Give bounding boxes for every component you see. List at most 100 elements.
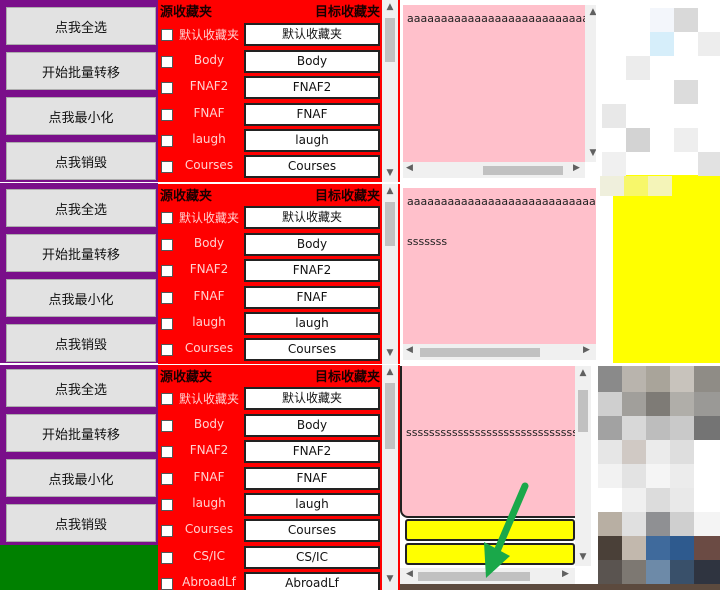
target-folder-field[interactable]: Body	[244, 414, 380, 437]
source-folder-label: Body	[193, 417, 225, 431]
table-scrollbar[interactable]: ▲ ▼	[382, 0, 398, 182]
log-textbox-2[interactable]: aaaaaaaaaaaaaaaaaaaaaaaaaaaaaaaaaa sssss…	[403, 188, 596, 344]
source-folder-label: Courses	[184, 522, 234, 536]
row-checkbox[interactable]	[161, 239, 173, 251]
minimize-button[interactable]: 点我最小化	[6, 97, 156, 135]
source-folder-label: laugh	[192, 132, 226, 146]
scroll-down-icon[interactable]: ▼	[382, 168, 398, 178]
target-folder-field[interactable]: FNAF	[244, 103, 380, 126]
target-folder-field[interactable]: laugh	[244, 129, 380, 152]
blurred-image-tile	[600, 176, 624, 196]
folder-table-1: 源收藏夹 目标收藏夹 默认收藏夹 默认收藏夹 Body Body FNAF2 FNAF…	[158, 0, 400, 182]
scroll-up-icon[interactable]: ▲	[382, 367, 398, 377]
source-folder-label: 默认收藏夹	[178, 211, 239, 225]
source-folder-label: Body	[193, 236, 225, 250]
table-scrollbar[interactable]: ▲ ▼	[382, 365, 398, 590]
row-checkbox[interactable]	[161, 265, 173, 277]
scroll-down-icon[interactable]: ▼	[575, 552, 591, 562]
green-arrow-icon	[484, 482, 529, 578]
row-checkbox[interactable]	[161, 552, 173, 564]
textbox-hscrollbar[interactable]: ◀ ▶	[403, 162, 585, 178]
scroll-right-icon[interactable]: ▶	[583, 345, 590, 355]
row-checkbox[interactable]	[161, 292, 173, 304]
log-text: sssssss	[407, 235, 448, 248]
row-checkbox[interactable]	[161, 212, 173, 224]
log-textbox-1[interactable]: aaaaaaaaaaaaaaaaaaaaaaaaaaaaa	[403, 5, 585, 162]
minimize-button[interactable]: 点我最小化	[6, 279, 156, 317]
table-scrollbar[interactable]: ▲ ▼	[382, 184, 398, 364]
scrollbar-thumb[interactable]	[483, 166, 563, 175]
log-text: ssssssssssssssssssssssssssssssssss	[406, 426, 577, 439]
select-all-button[interactable]: 点我全选	[6, 7, 156, 45]
batch-transfer-button[interactable]: 开始批量转移	[6, 52, 156, 90]
scrollbar-thumb[interactable]	[385, 383, 395, 449]
scroll-down-icon[interactable]: ▼	[382, 574, 398, 584]
row-checkbox[interactable]	[161, 56, 173, 68]
target-folder-field[interactable]: Courses	[244, 519, 380, 542]
target-folder-field[interactable]: Courses	[244, 155, 380, 178]
target-folder-field[interactable]: laugh	[244, 312, 380, 335]
target-folder-field[interactable]: Body	[244, 50, 380, 73]
minimize-button[interactable]: 点我最小化	[6, 459, 156, 497]
target-folder-field[interactable]: 默认收藏夹	[244, 206, 380, 229]
row-checkbox[interactable]	[161, 344, 173, 356]
scrollbar-thumb[interactable]	[578, 390, 588, 432]
target-folder-field[interactable]: FNAF	[244, 286, 380, 309]
source-folder-label: CS/IC	[193, 549, 225, 563]
scrollbar-thumb[interactable]	[385, 202, 395, 246]
target-folder-field[interactable]: AbroadLf	[244, 572, 380, 590]
blurred-image-tile	[698, 32, 720, 56]
row-checkbox[interactable]	[161, 578, 173, 590]
target-folder-field[interactable]: FNAF2	[244, 76, 380, 99]
scroll-right-icon[interactable]: ▶	[562, 569, 569, 579]
select-all-button[interactable]: 点我全选	[6, 189, 156, 227]
row-checkbox[interactable]	[161, 109, 173, 121]
row-checkbox[interactable]	[161, 525, 173, 537]
scroll-left-icon[interactable]: ◀	[406, 345, 413, 355]
target-folder-field[interactable]: CS/IC	[244, 546, 380, 569]
target-folder-field[interactable]: FNAF2	[244, 259, 380, 282]
target-folder-field[interactable]: FNAF	[244, 467, 380, 490]
scroll-up-icon[interactable]: ▲	[382, 2, 398, 12]
textbox-scrollbar[interactable]: ▲ ▼	[575, 366, 591, 566]
batch-transfer-button[interactable]: 开始批量转移	[6, 234, 156, 272]
destroy-button[interactable]: 点我销毁	[6, 504, 156, 542]
blurred-image-tile	[622, 512, 646, 536]
scrollbar-thumb[interactable]	[420, 348, 540, 357]
scroll-up-icon[interactable]: ▲	[382, 186, 398, 196]
row-checkbox[interactable]	[161, 135, 173, 147]
batch-transfer-button[interactable]: 开始批量转移	[6, 414, 156, 452]
target-folder-field[interactable]: FNAF2	[244, 440, 380, 463]
blurred-image-tile	[598, 440, 622, 464]
scroll-up-icon[interactable]: ▲	[575, 368, 591, 378]
target-folder-field[interactable]: Courses	[244, 338, 380, 361]
scrollbar-thumb[interactable]	[385, 18, 395, 62]
row-checkbox[interactable]	[161, 82, 173, 94]
destroy-button[interactable]: 点我销毁	[6, 324, 156, 362]
target-folder-field[interactable]: 默认收藏夹	[244, 387, 380, 410]
target-folder-header: 目标收藏夹	[314, 5, 380, 20]
target-folder-field[interactable]: laugh	[244, 493, 380, 516]
row-checkbox[interactable]	[161, 446, 173, 458]
row-checkbox[interactable]	[161, 473, 173, 485]
blurred-image-tile	[670, 392, 694, 416]
row-checkbox[interactable]	[161, 499, 173, 511]
blurred-image-tile	[598, 392, 622, 416]
scroll-left-icon[interactable]: ◀	[406, 569, 413, 579]
row-checkbox[interactable]	[161, 161, 173, 173]
row-checkbox[interactable]	[161, 420, 173, 432]
scroll-left-icon[interactable]: ◀	[406, 163, 413, 173]
target-folder-field[interactable]: 默认收藏夹	[244, 23, 380, 46]
textbox-hscrollbar[interactable]: ◀ ▶	[403, 344, 596, 360]
row-checkbox[interactable]	[161, 393, 173, 405]
row-checkbox[interactable]	[161, 29, 173, 41]
row-checkbox[interactable]	[161, 318, 173, 330]
source-folder-label: FNAF	[193, 470, 225, 484]
target-folder-field[interactable]: Body	[244, 233, 380, 256]
destroy-button[interactable]: 点我销毁	[6, 142, 156, 180]
source-folder-label: FNAF2	[189, 443, 229, 457]
scroll-right-icon[interactable]: ▶	[573, 163, 580, 173]
table-row: laugh laugh	[158, 492, 380, 518]
scroll-down-icon[interactable]: ▼	[382, 348, 398, 358]
select-all-button[interactable]: 点我全选	[6, 369, 156, 407]
